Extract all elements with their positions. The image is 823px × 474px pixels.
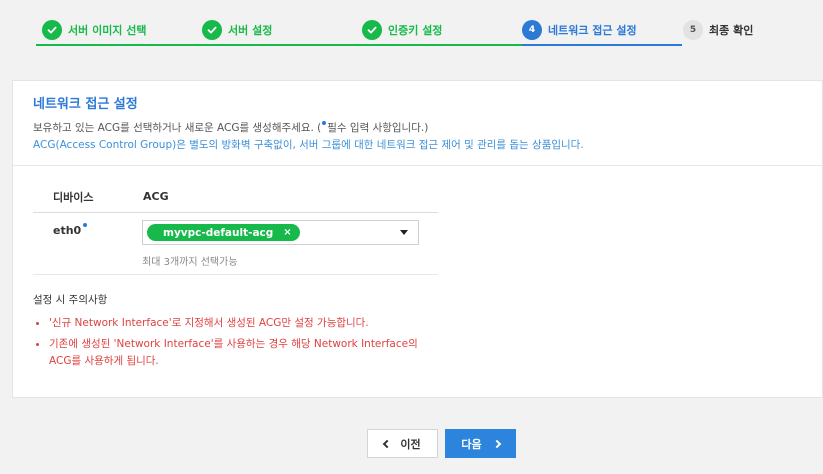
step-server-image: 서버 이미지 선택 xyxy=(42,18,147,42)
prev-button-label: 이전 xyxy=(400,437,421,451)
column-header-acg: ACG xyxy=(143,190,169,203)
progress-bar-active xyxy=(522,44,682,46)
page-title: 네트워크 접근 설정 xyxy=(33,97,138,112)
check-icon xyxy=(202,20,222,40)
step-network-access: 4 네트워크 접근 설정 xyxy=(522,18,637,42)
step-number: 5 xyxy=(683,20,703,40)
description-text: 필수 입력 사항입니다.) xyxy=(327,122,429,134)
step-label: 네트워크 접근 설정 xyxy=(548,24,637,37)
chevron-left-icon xyxy=(383,439,392,448)
list-item: '신규 Network Interface'로 지정해서 생성된 ACG만 설정… xyxy=(33,315,453,332)
check-icon xyxy=(362,20,382,40)
required-dot-icon xyxy=(322,121,327,125)
caution-title: 설정 시 주의사항 xyxy=(33,294,108,306)
step-label: 서버 설정 xyxy=(228,24,273,37)
check-icon xyxy=(42,20,62,40)
column-header-device: 디바이스 xyxy=(53,190,94,204)
device-label: eth0 xyxy=(53,224,82,237)
acg-tag-label: myvpc-default-acg xyxy=(163,226,274,239)
network-access-panel: 네트워크 접근 설정 보유하고 있는 ACG를 선택하거나 새로운 ACG를 생… xyxy=(12,80,823,398)
prev-button[interactable]: 이전 xyxy=(367,429,438,458)
list-item: 기존에 생성된 'Network Interface'를 사용하는 경우 해당 … xyxy=(33,336,453,370)
note-text: 기존에 생성된 'Network Interface'를 사용하는 경우 해당 … xyxy=(49,338,418,350)
acg-table: 디바이스 ACG eth0 myvpc-default-acg × 최대 3개까… xyxy=(33,181,438,275)
acg-tag: myvpc-default-acg × xyxy=(147,224,300,241)
table-header: 디바이스 ACG xyxy=(33,181,438,213)
close-icon[interactable]: × xyxy=(283,227,291,238)
step-number: 4 xyxy=(522,20,542,40)
required-dot-icon xyxy=(83,223,88,227)
next-button-label: 다음 xyxy=(461,437,482,451)
acg-limit-hint: 최대 3개까지 선택가능 xyxy=(142,257,238,268)
chevron-right-icon xyxy=(492,439,501,448)
progress-bar-done xyxy=(36,44,522,46)
step-label: 최종 확인 xyxy=(709,24,754,37)
description: 보유하고 있는 ACG를 선택하거나 새로운 ACG를 생성해주세요. ( 필수 … xyxy=(33,120,802,137)
table-row: eth0 myvpc-default-acg × 최대 3개까지 선택가능 xyxy=(33,213,438,275)
step-label: 인증키 설정 xyxy=(388,24,443,37)
note-text: ACG를 사용하게 됩니다. xyxy=(49,355,159,367)
step-label: 서버 이미지 선택 xyxy=(68,24,147,37)
wizard-stepper: 서버 이미지 선택 서버 설정 인증키 설정 4 네트워크 접근 설정 5 최종… xyxy=(0,0,823,50)
chevron-down-icon[interactable] xyxy=(400,230,408,235)
acg-select[interactable]: myvpc-default-acg × xyxy=(142,220,419,245)
note-text: '신규 Network Interface'로 지정해서 생성된 ACG만 설정… xyxy=(49,317,369,329)
step-server-settings: 서버 설정 xyxy=(202,18,272,42)
next-button[interactable]: 다음 xyxy=(445,429,516,458)
panel-header: 네트워크 접근 설정 보유하고 있는 ACG를 선택하거나 새로운 ACG를 생… xyxy=(13,81,822,166)
description-text: 보유하고 있는 ACG를 선택하거나 새로운 ACG를 생성해주세요. ( xyxy=(33,122,322,134)
caution-notes: 설정 시 주의사항 '신규 Network Interface'로 지정해서 생… xyxy=(33,292,453,374)
device-name: eth0 xyxy=(53,223,88,237)
step-final-review: 5 최종 확인 xyxy=(683,18,753,42)
step-auth-key: 인증키 설정 xyxy=(362,18,442,42)
acg-info-text: ACG(Access Control Group)은 별도의 방화벽 구축없이,… xyxy=(33,139,584,151)
